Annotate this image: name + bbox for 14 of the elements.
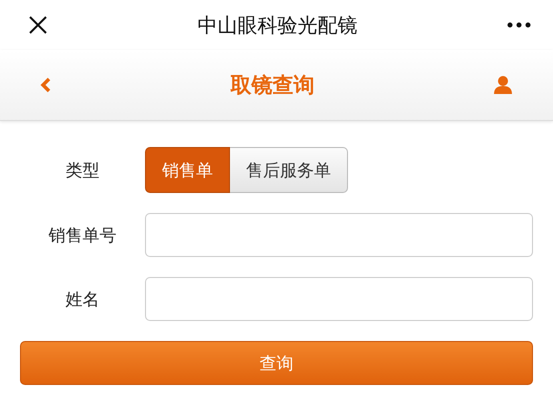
search-button[interactable]: 查询	[20, 341, 533, 385]
user-icon[interactable]	[493, 75, 513, 95]
field-label: 姓名	[64, 288, 100, 310]
more-icon[interactable]	[507, 22, 531, 28]
type-option[interactable]: 销售单	[145, 147, 230, 193]
window-title: 中山眼科验光配镜	[198, 12, 358, 38]
back-icon[interactable]	[40, 77, 52, 93]
type-option[interactable]: 售后服务单	[230, 147, 348, 193]
field-label: 销售单号	[48, 224, 118, 246]
close-icon[interactable]	[28, 15, 48, 35]
type-label: 类型	[64, 160, 100, 182]
page-title: 取镜查询	[230, 72, 314, 99]
input-field[interactable]	[145, 213, 533, 257]
input-field[interactable]	[145, 277, 533, 321]
